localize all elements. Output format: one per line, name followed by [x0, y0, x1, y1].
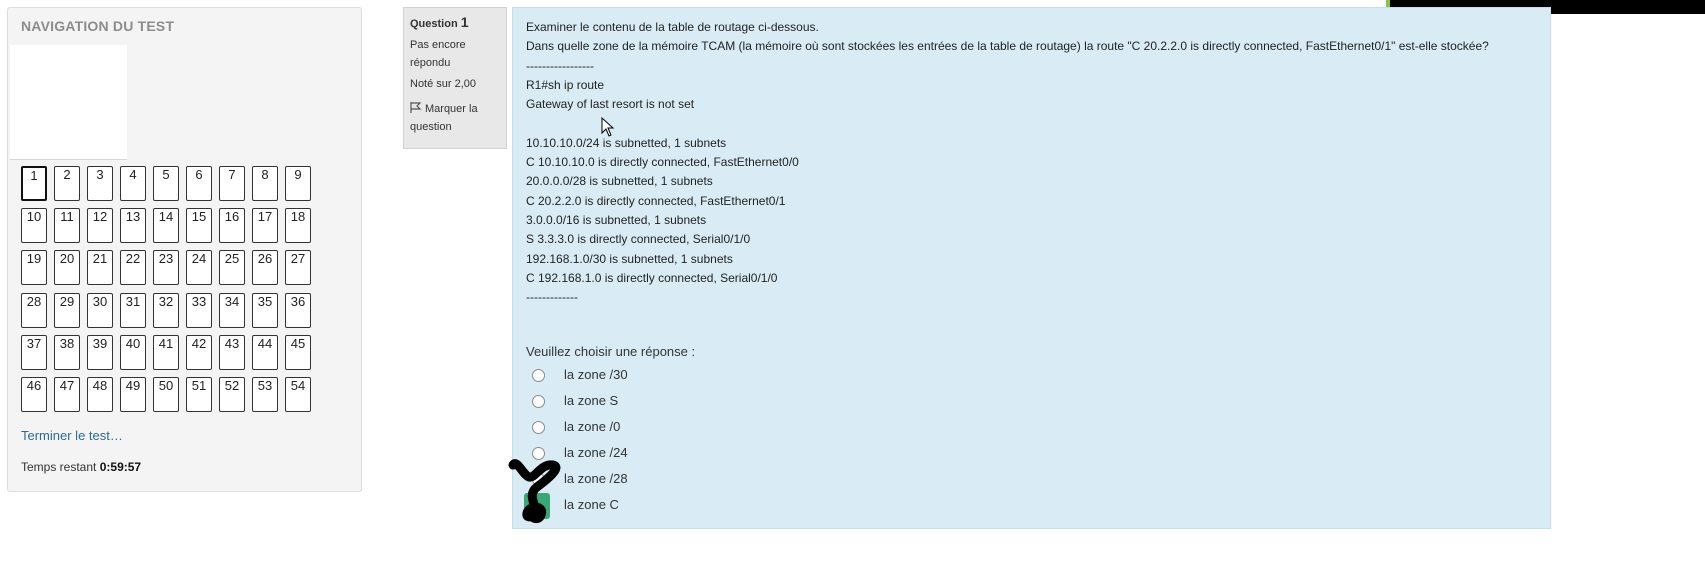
- question-nav-button[interactable]: 52: [219, 377, 245, 412]
- question-nav-button[interactable]: 41: [153, 334, 179, 370]
- question-nav-button[interactable]: 26: [252, 250, 278, 286]
- answer-radio[interactable]: [532, 447, 545, 460]
- question-nav-button[interactable]: 27: [285, 250, 311, 286]
- question-text: Examiner le contenu de la table de routa…: [526, 18, 1489, 307]
- question-nav-button[interactable]: 12: [87, 208, 113, 244]
- question-text-line: 192.168.1.0/30 is subnetted, 1 subnets: [526, 251, 733, 266]
- question-nav-button[interactable]: 37: [21, 334, 47, 370]
- navigation-title: NAVIGATION DU TEST: [21, 18, 175, 34]
- question-nav-button[interactable]: 23: [153, 250, 179, 286]
- answer-label: la zone /28: [564, 471, 628, 486]
- question-nav-button[interactable]: 11: [54, 208, 80, 244]
- question-nav-button[interactable]: 10: [21, 208, 47, 244]
- question-text-line: S 3.3.3.0 is directly connected, Serial0…: [526, 232, 751, 247]
- question-nav-button[interactable]: 53: [252, 377, 278, 412]
- question-nav-button[interactable]: 6: [186, 166, 212, 201]
- question-nav-button[interactable]: 32: [153, 292, 179, 328]
- question-nav-button[interactable]: 49: [120, 377, 146, 412]
- question-text-line: -------------: [526, 290, 578, 305]
- answer-label: la zone /24: [564, 445, 628, 460]
- question-nav-button[interactable]: 34: [219, 292, 245, 328]
- question-nav-button[interactable]: 40: [120, 334, 146, 370]
- question-text-line: 3.0.0.0/16 is subnetted, 1 subnets: [526, 212, 707, 227]
- question-text-line: 10.10.10.0/24 is subnetted, 1 subnets: [526, 135, 727, 150]
- flag-question-button[interactable]: Marquer la question: [410, 100, 500, 136]
- question-nav-button[interactable]: 22: [120, 250, 146, 286]
- question-nav-button[interactable]: 31: [120, 292, 146, 328]
- question-text-line: Gateway of last resort is not set: [526, 97, 695, 112]
- question-label: Question: [410, 18, 458, 30]
- question-nav-button[interactable]: 51: [186, 377, 212, 412]
- question-nav-button[interactable]: 42: [186, 334, 212, 370]
- question-nav-button[interactable]: 36: [285, 292, 311, 328]
- question-text-line: [526, 114, 1489, 133]
- question-nav-button[interactable]: 45: [285, 334, 311, 370]
- question-number: 1: [460, 14, 469, 30]
- question-text-line: C 20.2.2.0 is directly connected, FastEt…: [526, 193, 786, 208]
- question-nav-button[interactable]: 1: [21, 166, 47, 201]
- time-remaining: Temps restant 0:59:57: [21, 460, 141, 474]
- user-picture: [10, 45, 127, 160]
- timer-value: 0:59:57: [99, 460, 142, 474]
- question-nav-button[interactable]: 20: [54, 250, 80, 286]
- question-state: Pas encore répondu: [410, 39, 466, 69]
- question-text-line: C 192.168.1.0 is directly connected, Ser…: [526, 270, 778, 285]
- question-info-box: Question 1 Pas encore répondu Noté sur 2…: [403, 7, 507, 149]
- question-nav-button[interactable]: 46: [21, 377, 47, 412]
- flag-icon: [410, 101, 422, 113]
- question-nav-button[interactable]: 7: [219, 166, 245, 201]
- mouse-cursor-icon: [601, 117, 615, 137]
- question-nav-button[interactable]: 38: [54, 334, 80, 370]
- question-nav-button[interactable]: 4: [120, 166, 146, 201]
- question-nav-button[interactable]: 18: [285, 208, 311, 244]
- question-nav-button[interactable]: 43: [219, 334, 245, 370]
- question-text-line: R1#sh ip route: [526, 77, 605, 92]
- question-nav-button[interactable]: 3: [87, 166, 113, 201]
- question-nav-button[interactable]: 54: [285, 377, 311, 412]
- question-text-line: 20.0.0.0/28 is subnetted, 1 subnets: [526, 174, 713, 189]
- timer-label: Temps restant: [21, 460, 97, 474]
- question-nav-button[interactable]: 39: [87, 334, 113, 370]
- question-nav-button[interactable]: 48: [87, 377, 113, 412]
- question-nav-button[interactable]: 28: [21, 292, 47, 328]
- question-text-line: -----------------: [526, 58, 594, 73]
- question-nav-button[interactable]: 19: [21, 250, 47, 286]
- question-text-line: Examiner le contenu de la table de routa…: [526, 20, 819, 34]
- question-nav-button[interactable]: 15: [186, 208, 212, 244]
- question-nav-button[interactable]: 16: [219, 208, 245, 244]
- question-nav-button[interactable]: 17: [252, 208, 278, 244]
- answer-label: la zone /0: [564, 419, 621, 434]
- answer-label: la zone C: [564, 497, 619, 512]
- answer-prompt: Veuillez choisir une réponse :: [526, 344, 696, 359]
- question-nav-button[interactable]: 14: [153, 208, 179, 244]
- question-grade: Noté sur 2,00: [410, 78, 477, 90]
- question-nav-button[interactable]: 8: [252, 166, 278, 201]
- question-nav-button[interactable]: 5: [153, 166, 179, 201]
- question-nav-button[interactable]: 47: [54, 377, 80, 412]
- question-nav-button[interactable]: 2: [54, 166, 80, 201]
- question-text-line: Dans quelle zone de la mémoire TCAM (la …: [526, 39, 1489, 54]
- question-text-line: C 10.10.10.0 is directly connected, Fast…: [526, 155, 799, 170]
- question-nav-button[interactable]: 21: [87, 250, 113, 286]
- quiz-navigation-panel: NAVIGATION DU TEST 1 2 3 4 5 6 7 8 9 10 11 12 13 14 15…: [7, 7, 362, 492]
- question-nav-button[interactable]: 30: [87, 292, 113, 328]
- answer-radio[interactable]: [532, 369, 545, 382]
- question-nav-button[interactable]: 9: [285, 166, 311, 201]
- question-nav-button[interactable]: 25: [219, 250, 245, 286]
- question-content: Examiner le contenu de la table de routa…: [512, 7, 1551, 529]
- question-nav-button[interactable]: 35: [252, 292, 278, 328]
- answer-label: la zone S: [564, 393, 619, 408]
- answer-radio[interactable]: [532, 421, 545, 434]
- selected-answer-highlight: [524, 493, 550, 519]
- finish-attempt-link[interactable]: Terminer le test…: [21, 428, 123, 443]
- answer-radio[interactable]: [532, 473, 545, 486]
- question-nav-button[interactable]: 33: [186, 292, 212, 328]
- answer-label: la zone /30: [564, 367, 628, 382]
- question-nav-button[interactable]: 50: [153, 377, 179, 412]
- question-nav-button[interactable]: 29: [54, 292, 80, 328]
- question-nav-button[interactable]: 44: [252, 334, 278, 370]
- question-nav-button[interactable]: 13: [120, 208, 146, 244]
- answer-radio[interactable]: [532, 395, 545, 408]
- question-nav-button[interactable]: 24: [186, 250, 212, 286]
